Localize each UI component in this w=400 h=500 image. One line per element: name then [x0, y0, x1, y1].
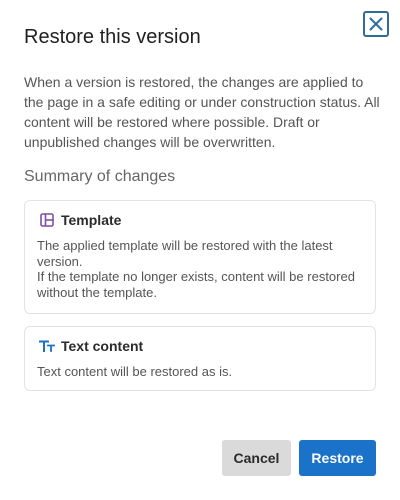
cancel-button[interactable]: Cancel	[222, 440, 291, 476]
card-description-line: If the template no longer exists, conten…	[37, 269, 355, 300]
restore-button[interactable]: Restore	[299, 440, 376, 476]
dialog-title: Restore this version	[24, 26, 201, 48]
restore-version-dialog: Restore this version When a version is r…	[0, 0, 400, 500]
text-size-icon	[39, 338, 55, 354]
intro-text: When a version is restored, the changes …	[24, 74, 380, 150]
card-description: The applied template will be restored wi…	[37, 238, 367, 300]
layout-template-icon	[39, 212, 55, 228]
card-header: Text content	[39, 337, 143, 355]
card-title: Template	[61, 212, 122, 228]
card-description: Text content will be restored as is.	[37, 364, 367, 380]
summary-heading: Summary of changes	[24, 168, 176, 185]
card-description-line: Text content will be restored as is.	[37, 364, 233, 379]
close-button[interactable]	[363, 11, 389, 37]
text-content-change-card: Text content Text content will be restor…	[24, 326, 376, 391]
close-icon	[369, 17, 383, 31]
template-change-card: Template The applied template will be re…	[24, 200, 376, 314]
card-header: Template	[39, 211, 121, 229]
card-title: Text content	[61, 338, 144, 354]
card-description-line: The applied template will be restored wi…	[37, 238, 333, 269]
